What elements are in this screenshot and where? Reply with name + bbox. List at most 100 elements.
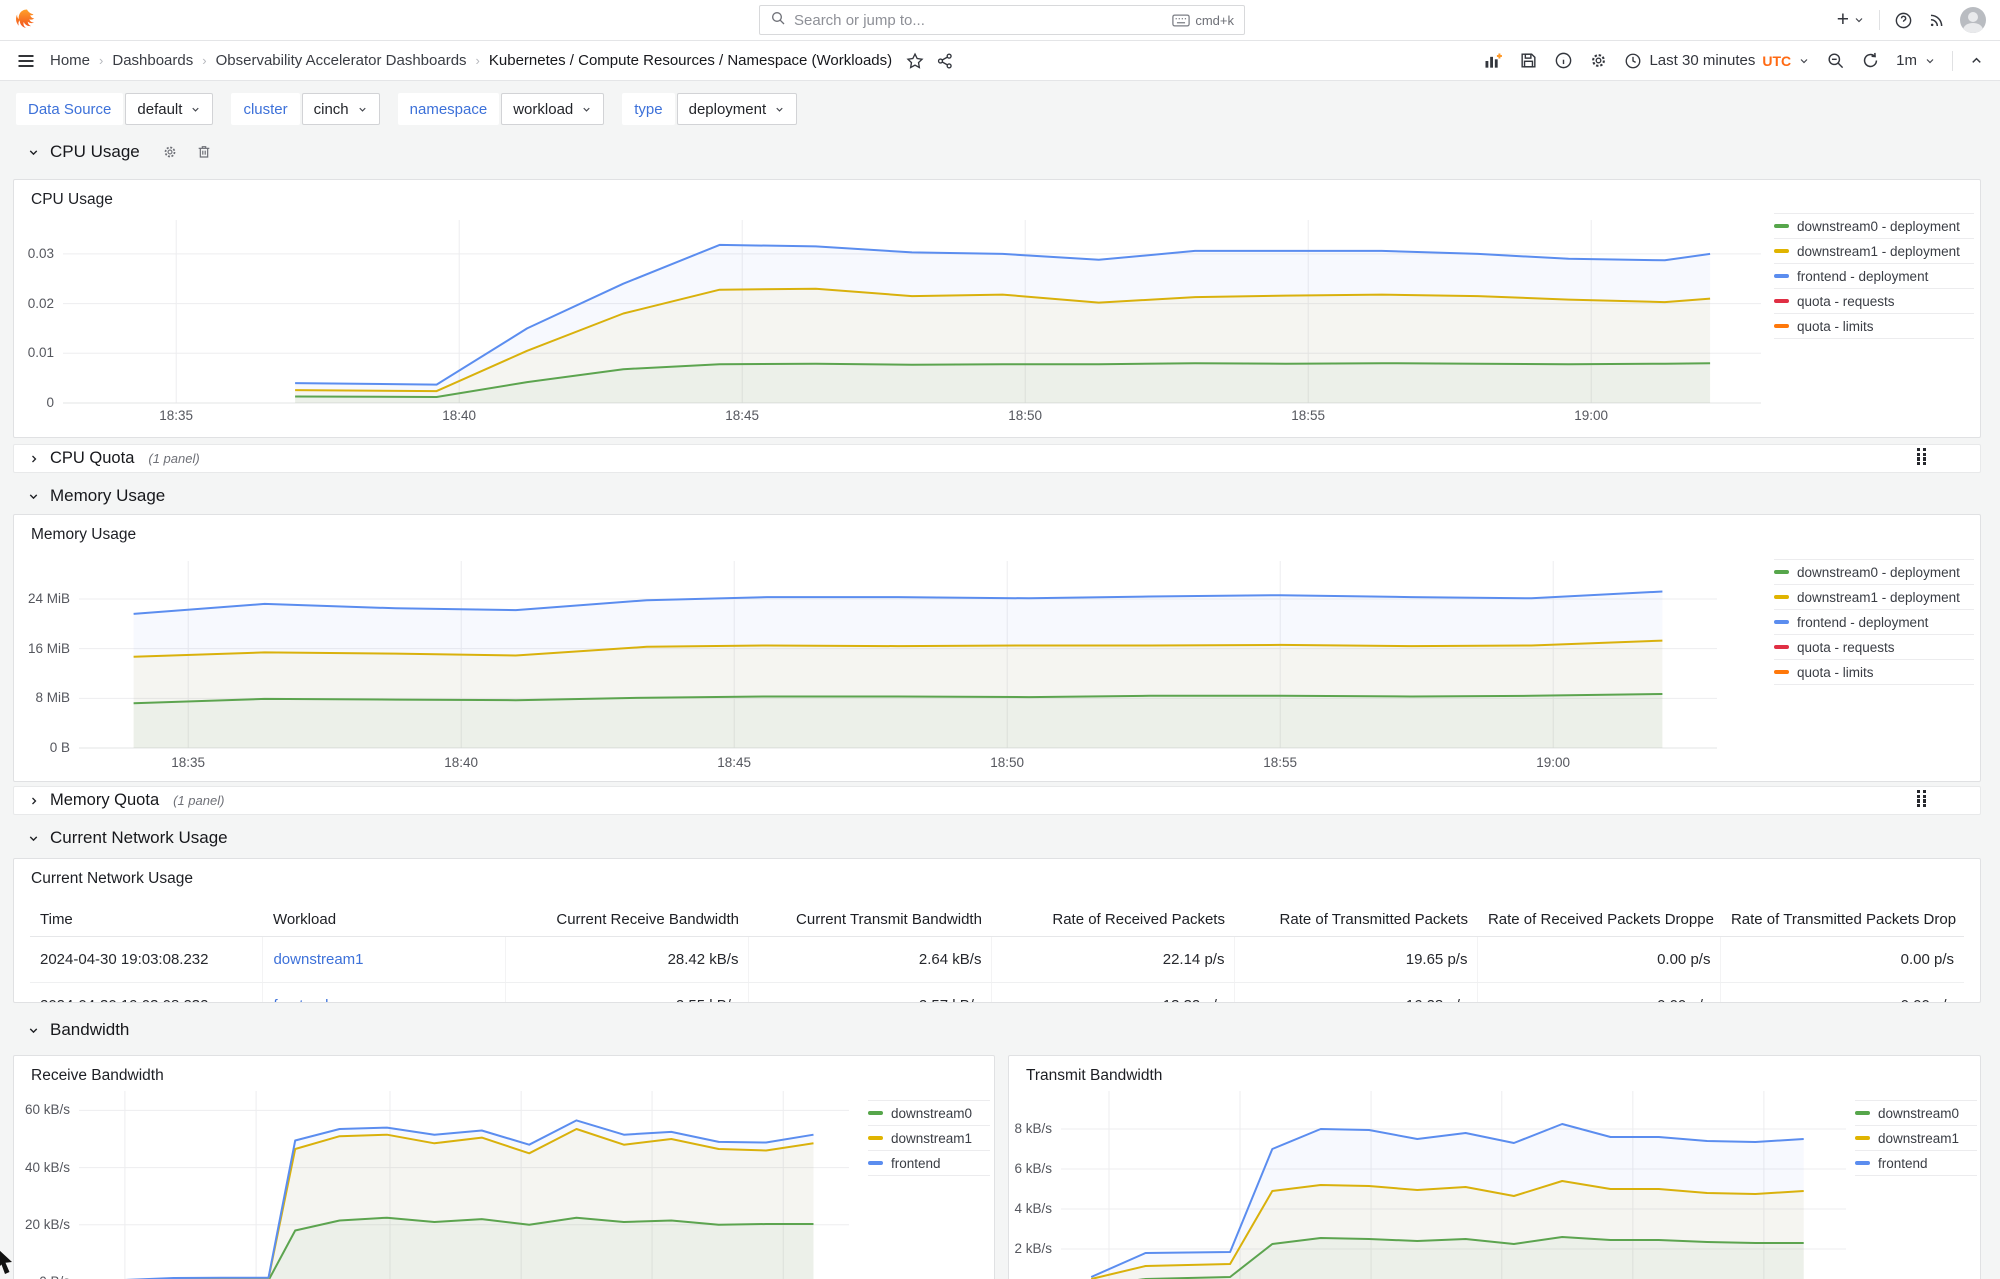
zoom-out-icon[interactable]: [1826, 51, 1845, 70]
column-header[interactable]: Rate of Received Packets Droppe: [1477, 903, 1721, 937]
time-range-picker[interactable]: Last 30 minutes UTC: [1624, 52, 1810, 70]
variables-row: Data Source default cluster cinch namespace w…: [16, 93, 798, 125]
legend-item[interactable]: downstream1: [1855, 1126, 1977, 1151]
legend-item[interactable]: frontend - deployment: [1774, 610, 1974, 635]
legend-item[interactable]: downstream1: [868, 1126, 990, 1151]
legend-label: frontend: [1878, 1155, 1928, 1171]
variable-value-dropdown[interactable]: cinch: [301, 93, 380, 125]
memory-usage-chart[interactable]: 18:35 18:40 18:45 18:50 18:55 19:00 0 B8 MiB 16…: [14, 515, 1980, 781]
chart-canvas[interactable]: [14, 1056, 994, 1279]
user-avatar[interactable]: [1960, 7, 1986, 33]
legend-item[interactable]: frontend: [1855, 1151, 1977, 1176]
column-header[interactable]: Current Transmit Bandwidth: [748, 903, 992, 937]
panel-current-network-usage: Current Network Usage Time Workload Curren…: [13, 858, 1981, 1003]
legend-item[interactable]: frontend: [868, 1151, 990, 1176]
variable-value-dropdown[interactable]: workload: [501, 93, 605, 125]
legend-item[interactable]: frontend - deployment: [1774, 264, 1974, 289]
chevron-down-icon: [1926, 58, 1934, 63]
legend-item[interactable]: downstream0: [868, 1101, 990, 1126]
panel-transmit-bandwidth: Transmit Bandwidth 0 B/s2 kB/s4 kB/s6 kB…: [1008, 1055, 1981, 1279]
column-header[interactable]: Rate of Transmitted Packets Drop: [1720, 903, 1964, 937]
workload-link[interactable]: downstream1: [273, 951, 363, 968]
chart-legend: downstream0 - deployment downstream1 - de…: [1774, 213, 1974, 339]
legend-label: quota - requests: [1797, 293, 1895, 309]
refresh-icon[interactable]: [1861, 51, 1880, 70]
section-current-network-usage[interactable]: Current Network Usage: [27, 828, 228, 848]
refresh-interval-dropdown[interactable]: 1m: [1896, 52, 1936, 69]
section-cpu-quota[interactable]: CPU Quota (1 panel): [13, 444, 1981, 473]
add-panel-icon[interactable]: [1483, 51, 1503, 71]
column-header[interactable]: Time: [30, 903, 263, 937]
section-memory-quota[interactable]: Memory Quota (1 panel): [13, 786, 1981, 815]
legend-item[interactable]: quota - limits: [1774, 314, 1974, 339]
legend-label: downstream0 - deployment: [1797, 564, 1960, 580]
breadcrumb-item[interactable]: Dashboards: [112, 52, 193, 69]
dashboard-settings-icon[interactable]: [1589, 51, 1608, 70]
workload-link[interactable]: frontend: [273, 997, 328, 1002]
legend-label: downstream1 - deployment: [1797, 589, 1960, 605]
variable-label[interactable]: type: [622, 93, 675, 125]
row-settings-icon[interactable]: [162, 144, 178, 160]
variable-label[interactable]: Data Source: [16, 93, 124, 125]
legend-label: downstream0: [1878, 1105, 1960, 1121]
transmit-bandwidth-chart[interactable]: 0 B/s2 kB/s4 kB/s6 kB/s8 kB/sdownstream0…: [1009, 1056, 1980, 1279]
breadcrumb-item[interactable]: Kubernetes / Compute Resources / Namespa…: [489, 52, 892, 69]
legend-item[interactable]: quota - requests: [1774, 289, 1974, 314]
column-header[interactable]: Rate of Received Packets: [991, 903, 1235, 937]
breadcrumb-item[interactable]: Home: [50, 52, 90, 69]
legend-item[interactable]: downstream1 - deployment: [1774, 585, 1974, 610]
add-new-button[interactable]: +: [1837, 8, 1865, 32]
legend-swatch-icon: [1774, 645, 1789, 649]
breadcrumb: Home › Dashboards › Observability Accelerato…: [50, 52, 892, 69]
column-header[interactable]: Current Receive Bandwidth: [505, 903, 749, 937]
legend-item[interactable]: quota - requests: [1774, 635, 1974, 660]
time-cell: 2024-04-30 19:03:08.232: [30, 936, 264, 983]
drag-handle-icon[interactable]: [1917, 790, 1934, 811]
variable-label[interactable]: namespace: [397, 93, 500, 125]
legend-label: frontend - deployment: [1797, 614, 1929, 630]
chart-canvas[interactable]: [14, 180, 1980, 438]
column-header[interactable]: Workload: [262, 903, 506, 937]
search-input[interactable]: Search or jump to... cmd+k: [759, 5, 1245, 35]
column-header[interactable]: Rate of Transmitted Packets: [1234, 903, 1478, 937]
chevron-right-icon: [32, 797, 37, 804]
value-cell: 19.65 p/s: [1234, 936, 1479, 983]
collapse-toolbar-icon[interactable]: [1969, 53, 1984, 68]
receive-bandwidth-chart[interactable]: 0 B/s20 kB/s40 kB/s60 kB/sdownstream0dow…: [14, 1056, 994, 1279]
favorite-star-icon[interactable]: [906, 52, 924, 70]
section-memory-usage[interactable]: Memory Usage: [27, 486, 165, 506]
value-cell: 2.57 kB/s: [748, 982, 993, 1002]
chart-canvas[interactable]: [1009, 1056, 1980, 1279]
breadcrumb-item[interactable]: Observability Accelerator Dashboards: [216, 52, 467, 69]
grafana-logo-icon[interactable]: [14, 7, 40, 33]
legend-swatch-icon: [1774, 324, 1789, 328]
menu-icon[interactable]: [16, 51, 36, 71]
chevron-down-icon: [358, 107, 366, 112]
variable-value-dropdown[interactable]: default: [125, 93, 214, 125]
panel-info-icon[interactable]: [1554, 51, 1573, 70]
legend-swatch-icon: [868, 1161, 883, 1165]
legend-item[interactable]: downstream1 - deployment: [1774, 239, 1974, 264]
legend-swatch-icon: [1774, 570, 1789, 574]
legend-item[interactable]: downstream0: [1855, 1101, 1977, 1126]
search-placeholder: Search or jump to...: [794, 11, 925, 29]
drag-handle-icon[interactable]: [1917, 448, 1934, 469]
legend-item[interactable]: quota - limits: [1774, 660, 1974, 685]
top-bar: Search or jump to... cmd+k +: [0, 0, 2000, 41]
cpu-usage-chart[interactable]: 18:35 18:40 18:45 18:50 18:55 19:00 0 0.01 0.02 0…: [14, 180, 1980, 437]
help-icon[interactable]: [1894, 11, 1913, 30]
news-icon[interactable]: [1927, 11, 1946, 30]
row-delete-icon[interactable]: [196, 144, 212, 160]
value-cell: 0.00 p/s: [1720, 982, 1964, 1002]
save-dashboard-icon[interactable]: [1519, 51, 1538, 70]
legend-label: downstream1: [891, 1130, 973, 1146]
variable-label[interactable]: cluster: [231, 93, 300, 125]
value-cell: 16.28 p/s: [1234, 982, 1479, 1002]
share-icon[interactable]: [936, 52, 954, 70]
legend-item[interactable]: downstream0 - deployment: [1774, 214, 1974, 239]
legend-item[interactable]: downstream0 - deployment: [1774, 560, 1974, 585]
section-bandwidth[interactable]: Bandwidth: [27, 1020, 129, 1040]
variable-value-dropdown[interactable]: deployment: [676, 93, 798, 125]
chart-canvas[interactable]: [14, 515, 1980, 782]
section-cpu-usage[interactable]: CPU Usage: [27, 142, 212, 162]
